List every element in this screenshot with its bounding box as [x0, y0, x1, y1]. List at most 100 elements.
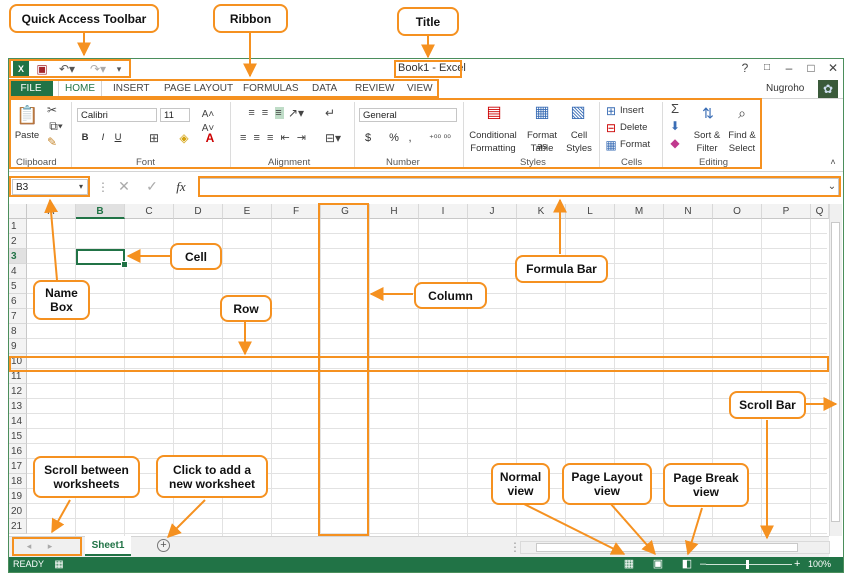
column-header-l[interactable]: L [566, 204, 615, 219]
highlight-tabs [9, 79, 439, 98]
row-header-20[interactable]: 20 [9, 504, 27, 519]
minimize-button[interactable]: – [780, 60, 798, 76]
zoom-slider-track[interactable] [706, 564, 792, 565]
callout-text: Row [233, 301, 259, 316]
close-button[interactable]: ✕ [824, 60, 842, 76]
column-header-f[interactable]: F [272, 204, 321, 219]
row-header-5[interactable]: 5 [9, 279, 27, 294]
user-avatar[interactable]: ✿ [818, 80, 838, 98]
highlight-formula-bar [198, 176, 841, 197]
vertical-scroll-thumb[interactable] [831, 222, 840, 522]
callout-text: Normal [499, 470, 542, 484]
row-header-9[interactable]: 9 [9, 339, 27, 354]
callout-formula-bar: Formula Bar [515, 255, 608, 283]
row-header-2[interactable]: 2 [9, 234, 27, 249]
callout-text: Click to add a [172, 462, 252, 477]
row-header-15[interactable]: 15 [9, 429, 27, 444]
zoom-slider-handle[interactable] [746, 560, 749, 569]
zoom-out-icon[interactable]: – [700, 557, 706, 572]
callout-text: Scroll between [44, 463, 129, 477]
callout-add-worksheet: Click to add a new worksheet [156, 455, 268, 498]
callout-text: view [507, 484, 534, 498]
callout-text: Page Layout [571, 470, 643, 484]
row-header-19[interactable]: 19 [9, 489, 27, 504]
formula-bar-grip-icon: ⋮ [97, 180, 109, 194]
horizontal-scroll-thumb[interactable] [536, 543, 798, 552]
callout-text: Ribbon [229, 11, 272, 26]
column-header-o[interactable]: O [713, 204, 762, 219]
callout-name-box: Name Box [33, 280, 90, 320]
confirm-entry-icon[interactable]: ✓ [144, 179, 160, 193]
row-header-18[interactable]: 18 [9, 474, 27, 489]
help-button[interactable]: ? [736, 60, 754, 76]
maximize-button[interactable]: □ [802, 60, 820, 76]
column-header-h[interactable]: H [370, 204, 419, 219]
column-header-m[interactable]: M [615, 204, 664, 219]
callout-column: Column [414, 282, 487, 309]
zoom-in-icon[interactable]: + [794, 557, 800, 572]
row-header-4[interactable]: 4 [9, 264, 27, 279]
column-header-k[interactable]: K [517, 204, 566, 219]
page-layout-view-icon[interactable]: ▣ [651, 557, 665, 572]
ribbon-display-button[interactable]: □ [758, 60, 776, 76]
select-all-corner[interactable] [9, 204, 27, 219]
cancel-entry-icon[interactable]: ✕ [116, 179, 132, 193]
callout-text: new worksheet [168, 476, 256, 491]
normal-view-icon[interactable]: ▦ [622, 557, 636, 572]
fill-handle[interactable] [121, 261, 128, 268]
column-header-b[interactable]: B [76, 204, 125, 219]
highlight-row-10 [9, 356, 829, 372]
callout-cell: Cell [170, 243, 222, 270]
callout-text: Title [415, 14, 441, 29]
column-header-e[interactable]: E [223, 204, 272, 219]
column-header-i[interactable]: I [419, 204, 468, 219]
callout-scroll-bar: Scroll Bar [729, 391, 806, 419]
callout-quick-access-toolbar: Quick Access Toolbar [9, 4, 159, 33]
callout-text: worksheets [53, 477, 120, 491]
callout-text: Box [50, 300, 73, 314]
row-header-14[interactable]: 14 [9, 414, 27, 429]
callout-text: Cell [184, 249, 207, 264]
user-name[interactable]: Nugroho [766, 83, 804, 94]
row-header-6[interactable]: 6 [9, 294, 27, 309]
column-header-a[interactable]: A [27, 204, 76, 219]
column-header-p[interactable]: P [762, 204, 811, 219]
status-ready: READY [13, 559, 45, 569]
callout-scroll-between-worksheets: Scroll between worksheets [33, 456, 140, 498]
row-header-17[interactable]: 17 [9, 459, 27, 474]
column-header-q[interactable]: Q [811, 204, 829, 219]
new-sheet-button[interactable]: + [157, 539, 170, 552]
page-break-view-icon[interactable]: ◧ [680, 557, 694, 572]
row-header-13[interactable]: 13 [9, 399, 27, 414]
annotated-excel-screenshot: X ▣ ↶▾ ↷▾ ▾ Book1 - Excel ? □ – □ ✕ FILE… [0, 0, 848, 578]
highlight-quick-access [9, 59, 131, 78]
callout-text: view [692, 485, 719, 499]
insert-function-button[interactable]: fx [172, 179, 190, 195]
highlight-ribbon [9, 98, 762, 169]
tab-split-grip-icon[interactable]: ⋮ [509, 540, 521, 554]
collapse-ribbon-icon[interactable]: ˄ [828, 155, 838, 169]
active-cell-b3[interactable] [76, 249, 125, 265]
row-header-7[interactable]: 7 [9, 309, 27, 324]
row-header-3[interactable]: 3 [9, 249, 27, 264]
zoom-level[interactable]: 100% [808, 557, 831, 572]
macro-record-icon[interactable]: ▦ [53, 557, 65, 572]
row-header-1[interactable]: 1 [9, 219, 27, 234]
callout-page-break-view: Page Break view [663, 463, 749, 507]
row-header-8[interactable]: 8 [9, 324, 27, 339]
callout-text: Formula Bar [526, 262, 597, 276]
callout-text: Column [428, 288, 473, 303]
column-header-n[interactable]: N [664, 204, 713, 219]
highlight-sheet-scroll [12, 537, 82, 556]
callout-normal-view: Normal view [491, 463, 550, 505]
callout-text: Quick Access Toolbar [21, 11, 147, 26]
column-header-j[interactable]: J [468, 204, 517, 219]
sheet-tab-sheet1[interactable]: Sheet1 [85, 536, 131, 556]
row-header-12[interactable]: 12 [9, 384, 27, 399]
callout-row: Row [220, 295, 272, 322]
row-header-21[interactable]: 21 [9, 519, 27, 534]
row-header-16[interactable]: 16 [9, 444, 27, 459]
column-header-d[interactable]: D [174, 204, 223, 219]
column-header-c[interactable]: C [125, 204, 174, 219]
callout-title: Title [397, 7, 459, 36]
